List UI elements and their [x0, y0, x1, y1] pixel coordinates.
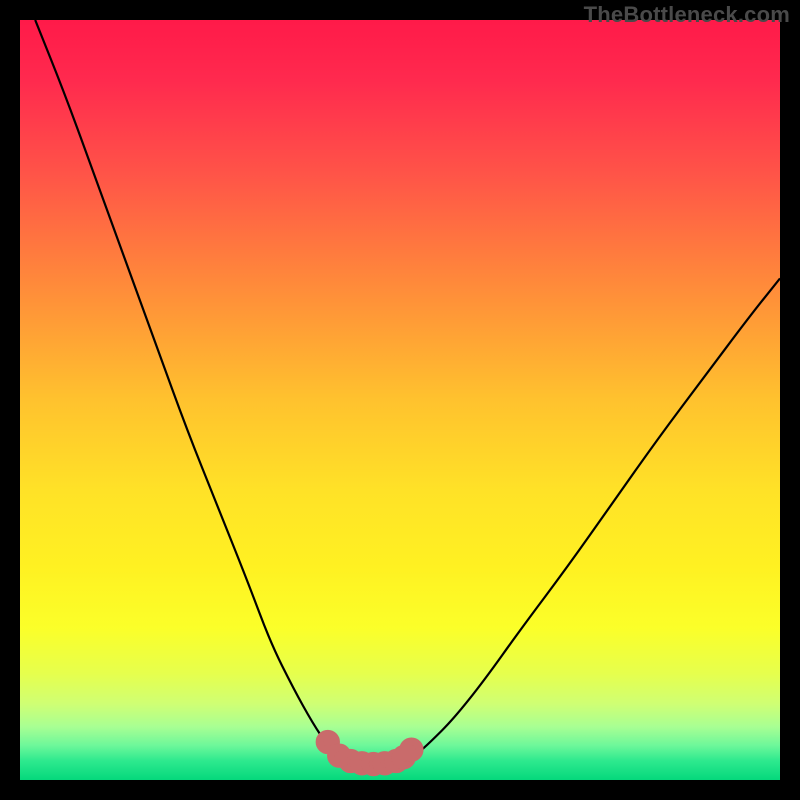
bottleneck-curve	[35, 20, 780, 765]
highlight-marker	[403, 741, 420, 758]
curve-layer	[20, 20, 780, 780]
plot-area	[20, 20, 780, 780]
watermark-text: TheBottleneck.com	[584, 2, 790, 28]
chart-frame: TheBottleneck.com	[0, 0, 800, 800]
